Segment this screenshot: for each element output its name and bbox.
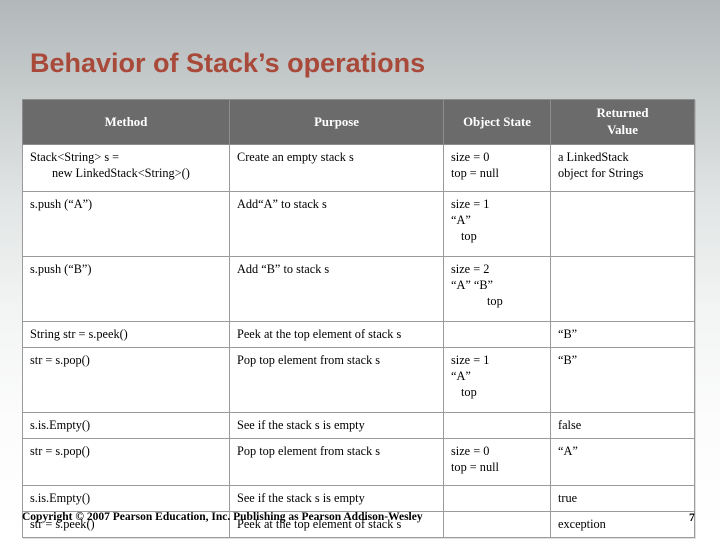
table-row: s.is.Empty() See if the stack s is empty… (22, 485, 695, 512)
state-line-3: top (461, 229, 477, 244)
returned-line-1: “B” (558, 353, 578, 367)
cell-returned-value: exception (550, 511, 695, 538)
cell-object-state (443, 485, 551, 512)
cell-object-state: size = 0 top = null (443, 438, 551, 486)
returned-line-2: object for Strings (558, 166, 644, 181)
cell-method: str = s.pop() (22, 347, 230, 413)
state-line-2: “A” “B” (451, 278, 493, 293)
column-header-returned-value: Returned Value (550, 99, 695, 145)
returned-line-1: “B” (558, 327, 578, 341)
column-header-purpose: Purpose (229, 99, 444, 145)
table-row: str = s.pop() Pop top element from stack… (22, 438, 695, 486)
cell-object-state (443, 511, 551, 538)
returned-line-1: a LinkedStack (558, 150, 629, 164)
behavior-table: Method Purpose Object State Returned Val… (22, 99, 695, 538)
column-header-object-state: Object State (443, 99, 551, 145)
cell-method: Stack<String> s = new LinkedStack<String… (22, 144, 230, 192)
method-line-1: s.is.Empty() (30, 491, 91, 505)
cell-returned-value: a LinkedStack object for Strings (550, 144, 695, 192)
cell-purpose: See if the stack s is empty (229, 412, 444, 439)
returned-line-1: true (558, 491, 578, 505)
state-line-1: size = 0 (451, 150, 490, 164)
returned-line-1: exception (558, 517, 606, 531)
cell-returned-value: “B” (550, 347, 695, 413)
cell-purpose: Create an empty stack s (229, 144, 444, 192)
returned-value-line-2: Value (607, 123, 638, 137)
returned-line-1: false (558, 418, 582, 432)
method-line-1: str = s.pop() (30, 353, 90, 367)
method-line-1: s.is.Empty() (30, 418, 91, 432)
purpose-line-1: Create an empty stack s (237, 150, 354, 164)
purpose-line-1: See if the stack s is empty (237, 418, 365, 432)
state-line-1: size = 1 (451, 197, 490, 211)
cell-purpose: Pop top element from stack s (229, 347, 444, 413)
footer-page-number: 7 (689, 512, 695, 524)
method-line-1: s.push (“A”) (30, 197, 93, 211)
cell-method: String str = s.peek() (22, 321, 230, 348)
purpose-line-1: See if the stack s is empty (237, 491, 365, 505)
table-row: str = s.pop() Pop top element from stack… (22, 347, 695, 413)
cell-object-state: size = 0 top = null (443, 144, 551, 192)
method-line-1: str = s.pop() (30, 444, 90, 458)
table-row: s.push (“A”) Add“A” to stack s size = 1 … (22, 191, 695, 257)
cell-purpose: See if the stack s is empty (229, 485, 444, 512)
state-line-3: top (487, 294, 503, 309)
returned-line-1: “A” (558, 444, 578, 458)
slide-title: Behavior of Stack’s operations (30, 48, 426, 78)
behavior-table-container: Method Purpose Object State Returned Val… (22, 99, 695, 538)
table-header-row: Method Purpose Object State Returned Val… (22, 99, 695, 145)
table-row: s.push (“B”) Add “B” to stack s size = 2… (22, 256, 695, 322)
method-line-2: new LinkedStack<String>() (52, 166, 190, 181)
state-line-1: size = 1 (451, 353, 490, 367)
table-row: String str = s.peek() Peek at the top el… (22, 321, 695, 348)
cell-method: s.is.Empty() (22, 485, 230, 512)
cell-method: str = s.pop() (22, 438, 230, 486)
cell-purpose: Pop top element from stack s (229, 438, 444, 486)
purpose-line-1: Add“A” to stack s (237, 197, 327, 211)
purpose-line-1: Peek at the top element of stack s (237, 327, 402, 341)
purpose-line-1: Pop top element from stack s (237, 444, 381, 458)
table-row: s.is.Empty() See if the stack s is empty… (22, 412, 695, 439)
cell-purpose: Add “B” to stack s (229, 256, 444, 322)
state-line-3: top (461, 385, 477, 400)
cell-object-state (443, 412, 551, 439)
cell-purpose: Add“A” to stack s (229, 191, 444, 257)
cell-returned-value: false (550, 412, 695, 439)
cell-returned-value: “A” (550, 438, 695, 486)
purpose-line-1: Pop top element from stack s (237, 353, 381, 367)
cell-method: s.push (“B”) (22, 256, 230, 322)
state-line-2: “A” (451, 369, 471, 384)
cell-returned-value (550, 256, 695, 322)
cell-object-state: size = 1 “A” top (443, 191, 551, 257)
purpose-line-1: Add “B” to stack s (237, 262, 330, 276)
cell-returned-value: “B” (550, 321, 695, 348)
method-line-1: Stack<String> s = (30, 150, 120, 164)
method-line-1: s.push (“B”) (30, 262, 92, 276)
cell-object-state: size = 2 “A” “B” top (443, 256, 551, 322)
cell-returned-value (550, 191, 695, 257)
cell-returned-value: true (550, 485, 695, 512)
table-row: Stack<String> s = new LinkedStack<String… (22, 144, 695, 192)
state-line-2: top = null (451, 166, 499, 181)
returned-value-line-1: Returned (596, 106, 649, 121)
column-header-method: Method (22, 99, 230, 145)
cell-object-state (443, 321, 551, 348)
method-line-1: String str = s.peek() (30, 327, 128, 341)
state-line-2: top = null (451, 460, 499, 475)
state-line-2: “A” (451, 213, 471, 228)
footer-copyright: Copyright © 2007 Pearson Education, Inc.… (22, 511, 423, 523)
cell-method: s.push (“A”) (22, 191, 230, 257)
cell-method: s.is.Empty() (22, 412, 230, 439)
cell-object-state: size = 1 “A” top (443, 347, 551, 413)
state-line-1: size = 0 (451, 444, 490, 458)
state-line-1: size = 2 (451, 262, 490, 276)
cell-purpose: Peek at the top element of stack s (229, 321, 444, 348)
